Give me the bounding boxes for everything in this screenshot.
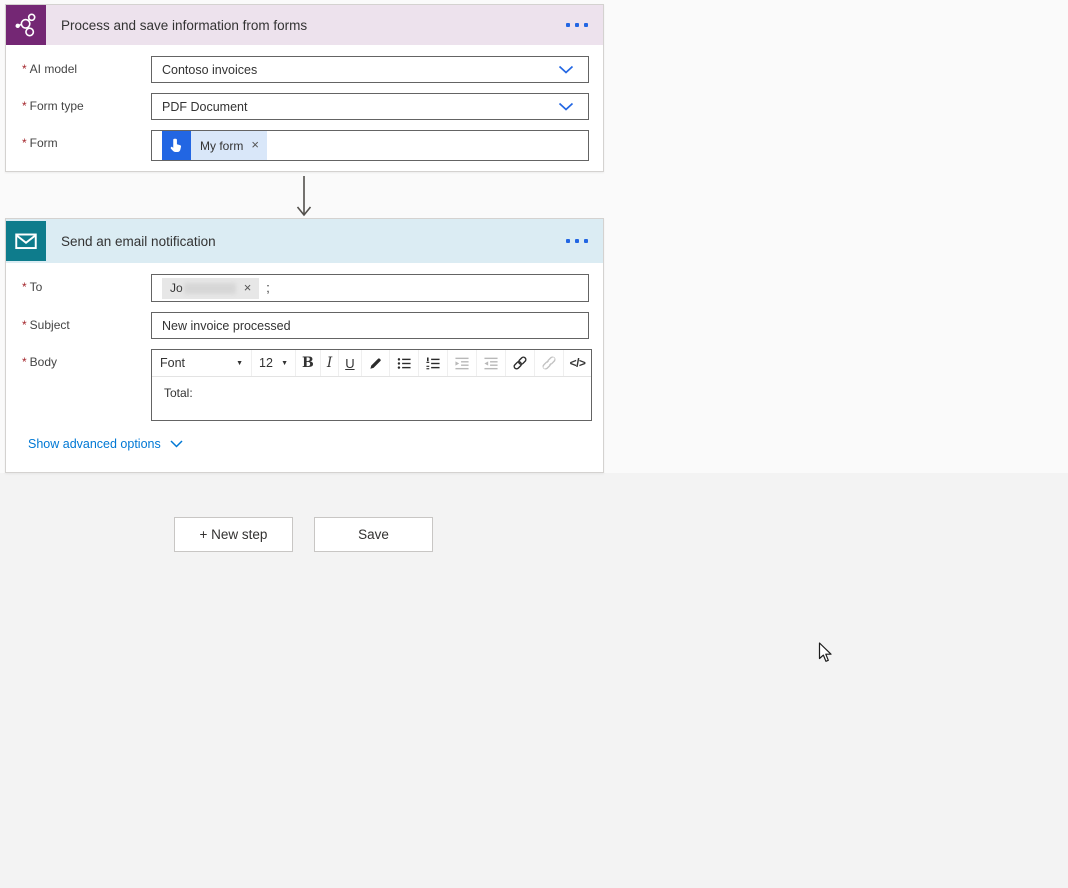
ellipsis-icon: [566, 239, 570, 243]
field-row-ai-model: *AI model Contoso invoices: [22, 56, 589, 83]
card-title: Process and save information from forms: [46, 18, 551, 33]
field-row-form-type: *Form type PDF Document: [22, 93, 589, 120]
field-row-body: *Body Font ▼ 12 ▼ B I U: [22, 349, 589, 421]
recipient-token[interactable]: Jo ×: [162, 278, 259, 299]
ellipsis-icon: [584, 23, 588, 27]
underline-button[interactable]: U: [339, 350, 361, 376]
redacted-email: [184, 283, 236, 294]
numbered-list-icon[interactable]: [419, 350, 448, 376]
body-content[interactable]: Total:: [152, 377, 591, 420]
form-input[interactable]: My form ×: [151, 130, 589, 161]
body-label: *Body: [22, 349, 151, 421]
subject-label: *Subject: [22, 312, 151, 339]
card-header-send-email[interactable]: Send an email notification: [6, 219, 603, 263]
recipient-token-label: Jo: [170, 281, 183, 295]
ai-model-dropdown[interactable]: Contoso invoices: [151, 56, 589, 83]
ai-model-label: *AI model: [22, 56, 151, 83]
field-row-subject: *Subject New invoice processed: [22, 312, 589, 339]
save-button[interactable]: Save: [314, 517, 433, 552]
required-marker: *: [22, 355, 27, 369]
recipient-separator: ;: [266, 281, 269, 295]
card-header-process-forms[interactable]: Process and save information from forms: [6, 5, 603, 45]
ai-builder-icon: [6, 5, 46, 45]
ai-model-value: Contoso invoices: [162, 63, 257, 77]
bold-button[interactable]: B: [296, 350, 321, 376]
form-label: *Form: [22, 130, 151, 161]
font-family-dropdown[interactable]: Font ▼: [152, 350, 252, 376]
caret-down-icon: ▼: [281, 360, 288, 367]
form-type-label: *Form type: [22, 93, 151, 120]
new-step-button[interactable]: + New step: [174, 517, 293, 552]
remove-recipient-button[interactable]: ×: [242, 281, 252, 296]
chevron-down-icon: [170, 440, 183, 448]
required-marker: *: [22, 318, 27, 332]
form-token-label: My form: [191, 139, 249, 153]
rte-toolbar: Font ▼ 12 ▼ B I U: [152, 350, 591, 377]
email-icon: [6, 221, 46, 261]
dropdown-chevron-icon: [558, 65, 578, 74]
italic-button[interactable]: I: [321, 350, 339, 376]
required-marker: *: [22, 280, 27, 294]
bullet-list-icon[interactable]: [390, 350, 419, 376]
link-icon[interactable]: [506, 350, 535, 376]
to-label: *To: [22, 274, 151, 302]
field-row-to: *To Jo × ;: [22, 274, 589, 302]
form-token[interactable]: My form ×: [162, 131, 267, 160]
flow-designer-canvas: Process and save information from forms …: [0, 0, 1068, 888]
action-card-process-forms: Process and save information from forms …: [5, 4, 604, 172]
font-size-dropdown[interactable]: 12 ▼: [252, 350, 296, 376]
required-marker: *: [22, 99, 27, 113]
remove-token-button[interactable]: ×: [249, 138, 267, 153]
form-type-dropdown[interactable]: PDF Document: [151, 93, 589, 120]
form-type-value: PDF Document: [162, 100, 247, 114]
subject-value: New invoice processed: [162, 319, 291, 333]
card-menu-button[interactable]: [551, 17, 603, 33]
action-card-send-email: Send an email notification *To Jo ×: [5, 218, 604, 473]
ellipsis-icon: [575, 239, 579, 243]
card-title: Send an email notification: [46, 234, 551, 249]
show-advanced-options-link[interactable]: Show advanced options: [28, 437, 183, 451]
card-menu-button[interactable]: [551, 233, 603, 249]
field-row-form: *Form My form ×: [22, 130, 589, 161]
ellipsis-icon: [584, 239, 588, 243]
caret-down-icon: ▼: [236, 360, 243, 367]
dropdown-chevron-icon: [558, 102, 578, 111]
ellipsis-icon: [566, 23, 570, 27]
code-view-button[interactable]: </>: [564, 350, 592, 376]
mouse-cursor: [818, 642, 833, 664]
required-marker: *: [22, 62, 27, 76]
canvas-lower-background: [0, 473, 1068, 888]
required-marker: *: [22, 136, 27, 150]
subject-input[interactable]: New invoice processed: [151, 312, 589, 339]
outdent-icon[interactable]: [448, 350, 477, 376]
ellipsis-icon: [575, 23, 579, 27]
connector-arrow: [296, 176, 312, 218]
hand-pointer-icon: [162, 131, 191, 160]
to-input[interactable]: Jo × ;: [151, 274, 589, 302]
rich-text-editor[interactable]: Font ▼ 12 ▼ B I U: [151, 349, 592, 421]
text-color-pen-icon[interactable]: [362, 350, 390, 376]
unlink-icon[interactable]: [535, 350, 564, 376]
indent-icon[interactable]: [477, 350, 506, 376]
